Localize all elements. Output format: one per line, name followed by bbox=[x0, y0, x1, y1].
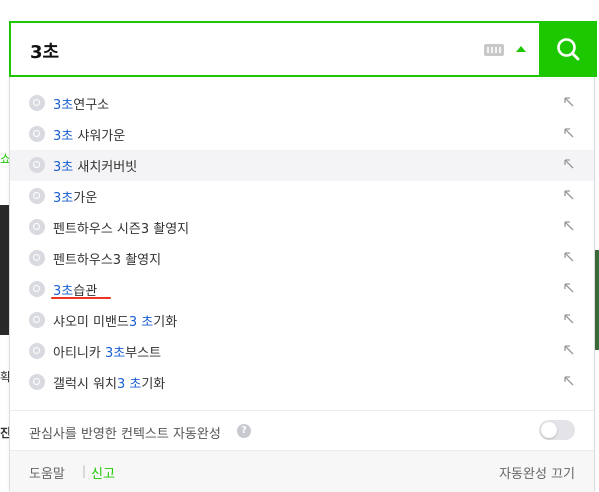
suggestion-text: 샤오미 미밴드3 초기화 bbox=[53, 311, 177, 330]
suggestion-text-part: 아티니카 bbox=[53, 346, 105, 361]
search-icon bbox=[557, 38, 580, 61]
suggestion-item[interactable]: 3초연구소 bbox=[10, 88, 594, 119]
search-icon bbox=[29, 219, 45, 235]
search-icon bbox=[29, 188, 45, 204]
autocomplete-dropdown: 3초연구소 3초 샤워가운 3초 새치커버빗 3초가운 펜트하우스 시즌3 촬영지 펜트하… bbox=[9, 77, 595, 491]
fill-query-arrow-icon[interactable] bbox=[564, 314, 574, 324]
fill-query-arrow-icon[interactable] bbox=[564, 190, 574, 200]
suggestion-text: 3초 샤워가운 bbox=[53, 125, 125, 144]
suggestion-text: 펜트하우스 시즌3 촬영지 bbox=[53, 218, 189, 237]
suggestion-match: 3초 bbox=[53, 129, 74, 144]
suggestion-text-part: 펜트하우스 시즌3 촬영지 bbox=[53, 222, 190, 237]
search-icon bbox=[29, 126, 45, 142]
keyboard-icon[interactable] bbox=[484, 44, 504, 56]
search-button[interactable] bbox=[539, 21, 597, 77]
suggestion-text: 3초연구소 bbox=[53, 94, 109, 113]
suggestion-text-part: 기화 bbox=[141, 377, 166, 392]
fill-query-arrow-icon[interactable] bbox=[564, 97, 574, 107]
fill-query-arrow-icon[interactable] bbox=[564, 345, 574, 355]
suggestion-match: 3 초 bbox=[128, 315, 154, 330]
suggestion-text-part: 기화 bbox=[153, 315, 178, 330]
help-icon[interactable]: ? bbox=[237, 424, 251, 438]
suggestion-match: 3 초 bbox=[116, 377, 142, 392]
context-autocomplete-row: 관심사를 반영한 컨텍스트 자동완성 ? bbox=[10, 410, 594, 451]
fill-query-arrow-icon[interactable] bbox=[564, 252, 574, 262]
suggestion-match: 3초 bbox=[53, 160, 74, 175]
search-icon bbox=[29, 374, 45, 390]
suggestion-match: 3초 bbox=[104, 346, 126, 361]
fill-query-arrow-icon[interactable] bbox=[564, 128, 574, 138]
suggestion-text-part: 가운 bbox=[73, 191, 98, 206]
search-box[interactable]: 3초 bbox=[9, 21, 597, 77]
suggestion-text-part: 샤워가운 bbox=[73, 129, 126, 144]
suggestion-item[interactable]: 샤오미 미밴드3 초기화 bbox=[10, 305, 594, 336]
fill-query-arrow-icon[interactable] bbox=[564, 221, 574, 231]
search-icon bbox=[29, 250, 45, 266]
search-input[interactable]: 3초 bbox=[30, 38, 59, 64]
context-autocomplete-label: 관심사를 반영한 컨텍스트 자동완성 bbox=[29, 427, 221, 442]
suggestion-text: 3초가운 bbox=[53, 187, 97, 206]
suggestion-text: 펜트하우스3 촬영지 bbox=[53, 249, 161, 268]
suggestion-text: 갤럭시 워치3 초기화 bbox=[53, 373, 165, 392]
suggestion-item[interactable]: 펜트하우스3 촬영지 bbox=[10, 243, 594, 274]
suggestion-text-part: 샤오미 미밴드 bbox=[53, 315, 129, 330]
suggestion-text-part: 부스트 bbox=[125, 346, 162, 361]
help-link[interactable]: 도움말 bbox=[29, 463, 65, 482]
suggestion-item[interactable]: 갤럭시 워치3 초기화 bbox=[10, 367, 594, 398]
suggestion-item[interactable]: 펜트하우스 시즌3 촬영지 bbox=[10, 212, 594, 243]
suggestion-text-part: 펜트하우스3 촬영지 bbox=[53, 253, 162, 268]
suggestion-match: 3초 bbox=[53, 191, 74, 206]
search-icon bbox=[29, 312, 45, 328]
suggestion-text-part: 새치커버빗 bbox=[73, 160, 138, 175]
suggestion-item[interactable]: 아티니카 3초부스트 bbox=[10, 336, 594, 367]
dropdown-footer: 도움말 | 신고 자동완성 끄기 bbox=[10, 450, 594, 491]
footer-separator: | bbox=[82, 464, 87, 478]
suggestion-item[interactable]: 3초습관 bbox=[10, 274, 594, 305]
search-icon bbox=[29, 157, 45, 173]
caret-up-icon[interactable] bbox=[516, 46, 526, 52]
autocomplete-off-button[interactable]: 자동완성 끄기 bbox=[499, 463, 575, 482]
search-icon bbox=[29, 95, 45, 111]
fill-query-arrow-icon[interactable] bbox=[564, 376, 574, 386]
suggestion-item[interactable]: 3초 새치커버빗 bbox=[10, 150, 594, 181]
search-icon bbox=[29, 281, 45, 297]
fill-query-arrow-icon[interactable] bbox=[564, 283, 574, 293]
suggestion-item[interactable]: 3초가운 bbox=[10, 181, 594, 212]
suggestion-text-part: 연구소 bbox=[73, 98, 110, 113]
fill-query-arrow-icon[interactable] bbox=[564, 159, 574, 169]
suggestion-list: 3초연구소 3초 샤워가운 3초 새치커버빗 3초가운 펜트하우스 시즌3 촬영지 펜트하… bbox=[10, 88, 594, 398]
suggestion-item[interactable]: 3초 샤워가운 bbox=[10, 119, 594, 150]
suggestion-text-part: 갤럭시 워치 bbox=[53, 377, 117, 392]
annotation-underline bbox=[51, 297, 111, 299]
suggestion-match: 3초 bbox=[53, 98, 74, 113]
report-link[interactable]: 신고 bbox=[91, 463, 115, 482]
suggestion-text: 3초 새치커버빗 bbox=[53, 156, 137, 175]
context-autocomplete-toggle[interactable] bbox=[539, 420, 575, 440]
search-icon bbox=[29, 343, 45, 359]
suggestion-text: 아티니카 3초부스트 bbox=[53, 342, 161, 361]
